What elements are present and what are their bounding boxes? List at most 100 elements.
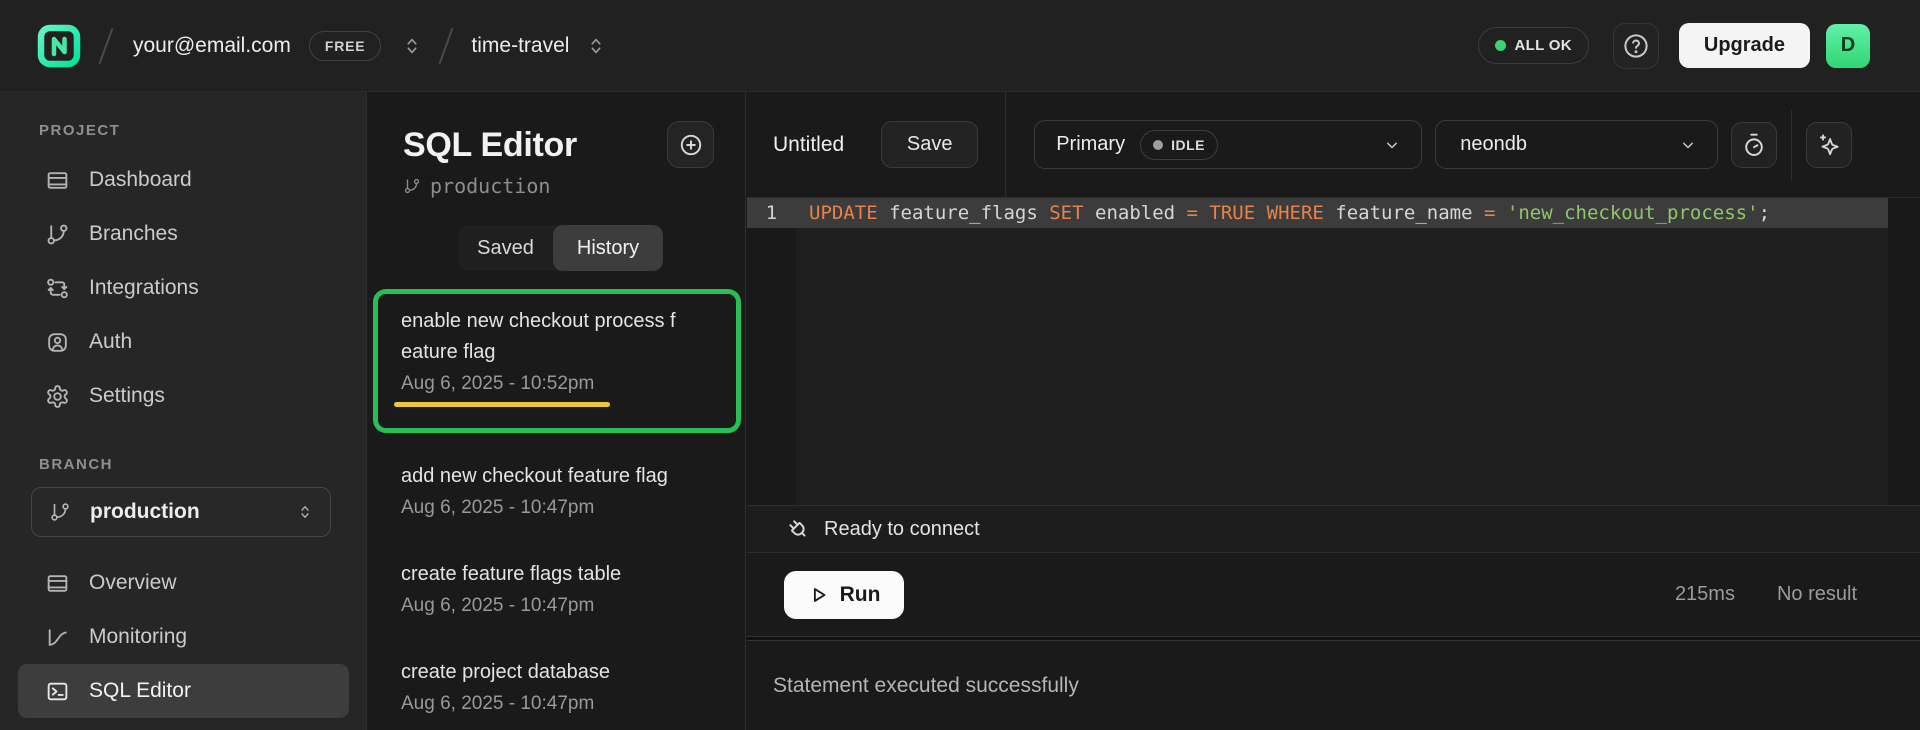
sidebar-item-sql-editor[interactable]: SQL Editor bbox=[18, 664, 349, 718]
history-item-title: create feature flags table bbox=[401, 559, 711, 590]
code-editor[interactable]: 1 UPDATE feature_flags SET enabled = TRU… bbox=[747, 198, 1920, 505]
question-mark-icon bbox=[1621, 31, 1651, 61]
compute-status-badge: IDLE bbox=[1140, 130, 1218, 160]
query-tab-title[interactable]: Untitled bbox=[773, 133, 844, 157]
status-message: Statement executed successfully bbox=[773, 674, 1079, 698]
git-branch-icon bbox=[403, 177, 421, 195]
account-email[interactable]: your@email.com bbox=[133, 34, 291, 58]
sidebar-item-branches[interactable]: Branches bbox=[0, 207, 366, 261]
branch-section-label: BRANCH bbox=[39, 456, 366, 473]
chevron-down-icon bbox=[1678, 135, 1698, 155]
sql-token: SET bbox=[1049, 202, 1083, 224]
sidebar-item-monitoring[interactable]: Monitoring bbox=[0, 610, 366, 664]
saved-history-tabs: Saved History bbox=[458, 225, 663, 271]
status-badge[interactable]: ALL OK bbox=[1478, 27, 1589, 64]
run-bar: Run 215ms No result bbox=[747, 553, 1920, 636]
sql-token: WHERE bbox=[1267, 202, 1324, 224]
history-item-timestamp: Aug 6, 2025 - 10:47pm bbox=[401, 693, 711, 715]
toolbar-divider bbox=[1005, 92, 1006, 198]
help-button[interactable] bbox=[1613, 23, 1659, 69]
sql-token bbox=[1495, 202, 1506, 224]
branch-selector-value: production bbox=[90, 500, 200, 524]
git-branch-icon bbox=[49, 501, 71, 523]
sidebar-item-label: SQL Editor bbox=[89, 679, 191, 703]
project-switcher-chevron-icon[interactable] bbox=[585, 34, 607, 58]
neon-logo-icon[interactable] bbox=[37, 24, 81, 68]
idle-dot-icon bbox=[1153, 140, 1163, 150]
avatar[interactable]: D bbox=[1826, 24, 1870, 68]
sidebar-item-settings[interactable]: Settings bbox=[0, 369, 366, 423]
connection-status-bar: Ready to connect bbox=[747, 505, 1920, 553]
tab-history[interactable]: History bbox=[553, 225, 663, 271]
sidebar-item-integrations[interactable]: Integrations bbox=[0, 261, 366, 315]
breadcrumb-slash bbox=[439, 27, 454, 63]
history-item[interactable]: add new checkout feature flag Aug 6, 202… bbox=[367, 461, 745, 519]
editor-branch-label: production bbox=[403, 174, 745, 198]
account-switcher-chevron-icon[interactable] bbox=[401, 34, 423, 58]
run-button-label: Run bbox=[840, 583, 881, 607]
branch-selector[interactable]: production bbox=[31, 487, 331, 537]
highlighted-history-item[interactable]: enable new checkout process feature flag… bbox=[373, 289, 741, 433]
query-duration: 215ms bbox=[1675, 583, 1735, 606]
history-item-title: create project database bbox=[401, 657, 711, 688]
new-query-button[interactable] bbox=[667, 121, 714, 168]
sparkles-icon bbox=[1816, 132, 1842, 158]
sidebar-item-overview[interactable]: Overview bbox=[0, 556, 366, 610]
upgrade-button[interactable]: Upgrade bbox=[1679, 23, 1810, 68]
play-icon bbox=[808, 584, 830, 606]
plug-icon bbox=[785, 516, 811, 542]
sql-code-line: UPDATE feature_flags SET enabled = TRUE … bbox=[796, 202, 1770, 224]
active-code-line[interactable]: 1 UPDATE feature_flags SET enabled = TRU… bbox=[747, 198, 1888, 228]
sql-token bbox=[1198, 202, 1209, 224]
ok-dot-icon bbox=[1495, 40, 1506, 51]
sidebar-item-dashboard[interactable]: Dashboard bbox=[0, 153, 366, 207]
auth-user-icon bbox=[45, 330, 70, 355]
sql-token: enabled bbox=[1084, 202, 1187, 224]
tab-saved[interactable]: Saved bbox=[458, 225, 553, 271]
query-panel: SQL Editor production Saved History enab… bbox=[366, 92, 746, 730]
sql-token: = bbox=[1484, 202, 1495, 224]
result-message-row: Statement executed successfully bbox=[747, 641, 1920, 730]
run-meta: 215ms No result bbox=[1675, 583, 1857, 606]
history-item-timestamp: Aug 6, 2025 - 10:47pm bbox=[401, 595, 711, 617]
sidebar-item-label: Branches bbox=[89, 222, 178, 246]
dashboard-icon bbox=[45, 168, 70, 193]
history-item[interactable]: create feature flags table Aug 6, 2025 -… bbox=[367, 559, 745, 617]
toolbar-divider bbox=[1791, 110, 1792, 180]
sql-token: = bbox=[1187, 202, 1198, 224]
sql-token: 'new_checkout_process' bbox=[1507, 202, 1759, 224]
history-item[interactable]: create project database Aug 6, 2025 - 10… bbox=[367, 657, 745, 715]
compute-selector-value: Primary bbox=[1056, 133, 1125, 156]
compute-status-label: IDLE bbox=[1171, 137, 1205, 153]
sql-token bbox=[1255, 202, 1266, 224]
chevron-up-down-icon bbox=[296, 501, 314, 523]
sql-editor-icon bbox=[45, 679, 70, 704]
topbar: your@email.com FREE time-travel ALL OK U… bbox=[0, 0, 1920, 92]
annotation-underline bbox=[394, 402, 610, 407]
result-summary: No result bbox=[1777, 583, 1857, 606]
run-button[interactable]: Run bbox=[784, 571, 904, 619]
plan-badge: FREE bbox=[309, 31, 382, 61]
project-name[interactable]: time-travel bbox=[471, 34, 569, 58]
sql-token: feature_name bbox=[1324, 202, 1484, 224]
database-selector[interactable]: neondb bbox=[1435, 120, 1718, 169]
save-button[interactable]: Save bbox=[881, 121, 978, 168]
ai-assist-button[interactable] bbox=[1806, 122, 1852, 168]
line-number-gutter bbox=[747, 198, 796, 505]
compute-selector[interactable]: Primary IDLE bbox=[1034, 120, 1422, 169]
sql-token: TRUE bbox=[1209, 202, 1255, 224]
history-list: enable new checkout process feature flag… bbox=[367, 289, 745, 715]
time-travel-button[interactable] bbox=[1731, 122, 1777, 168]
sql-token: ; bbox=[1759, 202, 1770, 224]
history-item-timestamp: Aug 6, 2025 - 10:47pm bbox=[401, 497, 711, 519]
sidebar-item-label: Overview bbox=[89, 571, 177, 595]
sidebar-item-auth[interactable]: Auth bbox=[0, 315, 366, 369]
editor-right-gutter bbox=[1888, 198, 1920, 505]
sidebar-item-label: Integrations bbox=[89, 276, 199, 300]
line-number: 1 bbox=[747, 202, 796, 224]
history-item-title: enable new checkout process feature flag bbox=[401, 306, 682, 368]
editor-branch-name: production bbox=[430, 174, 550, 198]
sql-editor-panel: Untitled Save Primary IDLE neondb 1 UP bbox=[747, 92, 1920, 730]
sidebar: PROJECT Dashboard Branches Integrations … bbox=[0, 92, 366, 730]
history-item-timestamp: Aug 6, 2025 - 10:52pm bbox=[401, 373, 714, 395]
